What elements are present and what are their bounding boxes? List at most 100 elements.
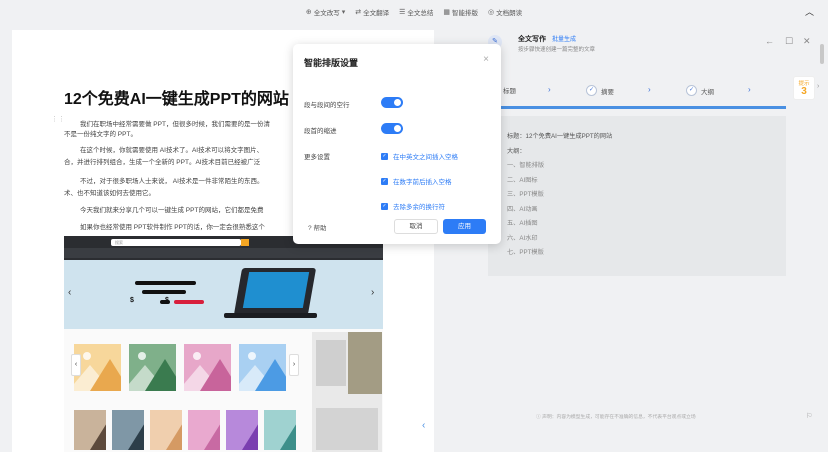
- cancel-button[interactable]: 取消: [394, 219, 438, 234]
- toolbar-layout-label: 智能排版: [452, 10, 479, 17]
- step-title-label: 标题: [503, 88, 516, 95]
- toolbar-read-aloud-label: 文档朗读: [496, 10, 523, 17]
- chevron-right-icon: ›: [748, 85, 751, 94]
- image-placeholder-tile: [316, 340, 346, 386]
- image-search-button: [241, 239, 249, 246]
- paragraph-line: 今天我们就来分享几个可以一键生成 PPT的网站，它们都是免费: [80, 207, 264, 214]
- writing-panel: ✎ 全文写作 批量生成 按步骤快速创建一篇完整的文章 ← ☐ ✕ 标题 › ✓ 摘…: [476, 24, 828, 452]
- step-progress-bar: [488, 106, 786, 109]
- check-icon: ✓: [686, 85, 697, 96]
- option-number-space[interactable]: ✓ 在数字前后插入空格: [381, 176, 452, 186]
- apply-button[interactable]: 应用: [443, 219, 486, 234]
- step-abstract-label: 摘要: [601, 88, 614, 96]
- chevron-right-icon: ›: [548, 85, 551, 94]
- paragraph-line: 合，并进行排列组合，生成一个全新的 PPT。AI技术目前已经被广泛: [64, 159, 261, 166]
- outline-item: 五、AI插图: [507, 220, 538, 227]
- checkbox-checked-icon[interactable]: ✓: [381, 152, 388, 160]
- paragraph-line: 我们在职场中经常需要做 PPT，但很多时候，我们需要的是一份清: [80, 121, 270, 128]
- tip-badge[interactable]: 提示 3: [793, 76, 815, 100]
- image-placeholder-tile: [316, 408, 378, 450]
- chevron-right-icon: ›: [289, 354, 299, 376]
- close-icon[interactable]: ×: [483, 54, 489, 65]
- toolbar-summary-label: 全文总结: [407, 10, 434, 17]
- toolbar-rewrite[interactable]: ⊕ 全文改写 ▾: [306, 7, 345, 17]
- outline-item: 七、PPT模版: [507, 249, 544, 256]
- panel-title: 全文写作: [518, 36, 546, 43]
- rewrite-icon: ⊕: [305, 9, 312, 16]
- chevron-right-icon[interactable]: ›: [817, 83, 819, 90]
- image-thumbnail-row: [74, 344, 286, 391]
- setting-paragraph-spacing-label: 段与段间的空行: [304, 102, 350, 109]
- image-placeholder-tile: [150, 410, 182, 450]
- summary-icon: ☰: [399, 9, 406, 16]
- paragraph-line: 术、也不知道该如何去使用它。: [64, 190, 155, 197]
- help-link[interactable]: ? 帮助: [308, 222, 326, 232]
- image-thumbnail-row: [74, 410, 296, 450]
- indent-toggle[interactable]: [381, 123, 403, 134]
- panel-subtitle: 按步骤快速创建一篇完整的文章: [518, 47, 596, 53]
- option-number-space-label: 在数字前后插入空格: [393, 179, 452, 186]
- chevron-left-icon: ‹: [68, 287, 72, 298]
- outline-item: 一、智能排版: [507, 162, 545, 169]
- chevron-right-icon: ›: [371, 287, 375, 298]
- paragraph-line: 不过，对于很多职场人士来说， AI技术是一件非常陌生的东西。: [80, 178, 264, 185]
- image-placeholder-tile: [188, 410, 220, 450]
- step-title[interactable]: 标题: [503, 85, 516, 95]
- layout-icon: ▦: [443, 9, 451, 16]
- outline-heading: 大纲：: [507, 147, 526, 155]
- image-nav-bar: [64, 248, 383, 258]
- toolbar-layout[interactable]: ▦ 智能排版: [443, 7, 478, 17]
- hero-price-bar: [174, 300, 204, 304]
- check-icon: ✓: [586, 85, 597, 96]
- layout-settings-dialog: 智能排版设置 × 段与段间的空行 段首的缩进 更多设置 ✓ 在中英文之间插入空格 …: [293, 44, 501, 244]
- option-remove-linebreaks-label: 去除多余的换行符: [393, 204, 445, 211]
- laptop-screen: [242, 272, 310, 308]
- hero-text-bar: [135, 281, 196, 285]
- paragraph-spacing-toggle[interactable]: [381, 97, 403, 108]
- help-icon: ?: [308, 225, 312, 232]
- toolbar-translate[interactable]: ⇄ 全文翻译: [355, 7, 389, 17]
- image-placeholder-tile: [74, 344, 121, 391]
- outline-title-line: 标题：12个免费AI一键生成PPT的网站: [507, 133, 613, 140]
- help-label: 帮助: [313, 225, 327, 232]
- outline-item: 三、PPT模版: [507, 191, 544, 198]
- image-placeholder-tile: [74, 410, 106, 450]
- translate-icon: ⇄: [355, 9, 362, 16]
- document-title: 12个免费AI一键生成PPT的网站: [64, 91, 289, 108]
- image-side-panel: [312, 332, 382, 452]
- option-remove-linebreaks[interactable]: ✓ 去除多余的换行符: [381, 201, 445, 211]
- dollar-icon: $: [165, 297, 169, 304]
- paragraph-line: 如果你也经常使用 PPT软件制作 PPT的话，你一定会很熟悉这个: [80, 224, 265, 231]
- checkbox-checked-icon[interactable]: ✓: [381, 202, 388, 210]
- back-arrow-icon[interactable]: ←: [765, 36, 774, 46]
- outline-item: 二、AI图标: [507, 176, 538, 184]
- toolbar-summary[interactable]: ☰ 全文总结: [399, 7, 433, 17]
- toolbar-translate-label: 全文翻译: [363, 10, 390, 17]
- close-icon[interactable]: ✕: [803, 36, 811, 47]
- step-abstract[interactable]: ✓ 摘要: [586, 85, 614, 96]
- laptop-base: [224, 313, 317, 318]
- maximize-icon[interactable]: ☐: [785, 36, 793, 47]
- image-placeholder-tile: [129, 344, 176, 391]
- feedback-icon[interactable]: ⚐: [806, 412, 812, 420]
- toolbar-read-aloud[interactable]: ◎ 文档朗读: [488, 7, 522, 17]
- drag-handle-icon[interactable]: ⋮⋮: [51, 115, 65, 123]
- image-search-bar: 搜索: [111, 239, 241, 246]
- image-placeholder-tile: [226, 410, 258, 450]
- image-placeholder-tile: [239, 344, 286, 391]
- disclaimer-label: 声明：内容为模型生成，可能存在不准确的信息，不代表平台观点或立场: [542, 415, 696, 420]
- option-cjk-space[interactable]: ✓ 在中英文之间插入空格: [381, 151, 458, 161]
- panel-mode-link[interactable]: 批量生成: [552, 34, 576, 43]
- step-outline[interactable]: ✓ 大纲: [686, 85, 714, 96]
- scrollbar[interactable]: [820, 44, 824, 64]
- checkbox-checked-icon[interactable]: ✓: [381, 177, 388, 185]
- chevron-left-icon[interactable]: ‹: [422, 420, 425, 431]
- outline-item: 六、AI水印: [507, 234, 538, 242]
- chevron-right-icon: ›: [648, 85, 651, 94]
- image-placeholder-tile: [184, 344, 231, 391]
- image-placeholder-tile: [112, 410, 144, 450]
- paragraph-line: 在这个时候，你就需要使用 AI技术了。AI技术可以将文字图片、: [80, 147, 264, 154]
- chevron-left-icon: ‹: [71, 354, 81, 376]
- paragraph-line: 不是一份纯文字的 PPT。: [64, 131, 137, 138]
- chevron-up-icon[interactable]: ︿: [805, 5, 814, 18]
